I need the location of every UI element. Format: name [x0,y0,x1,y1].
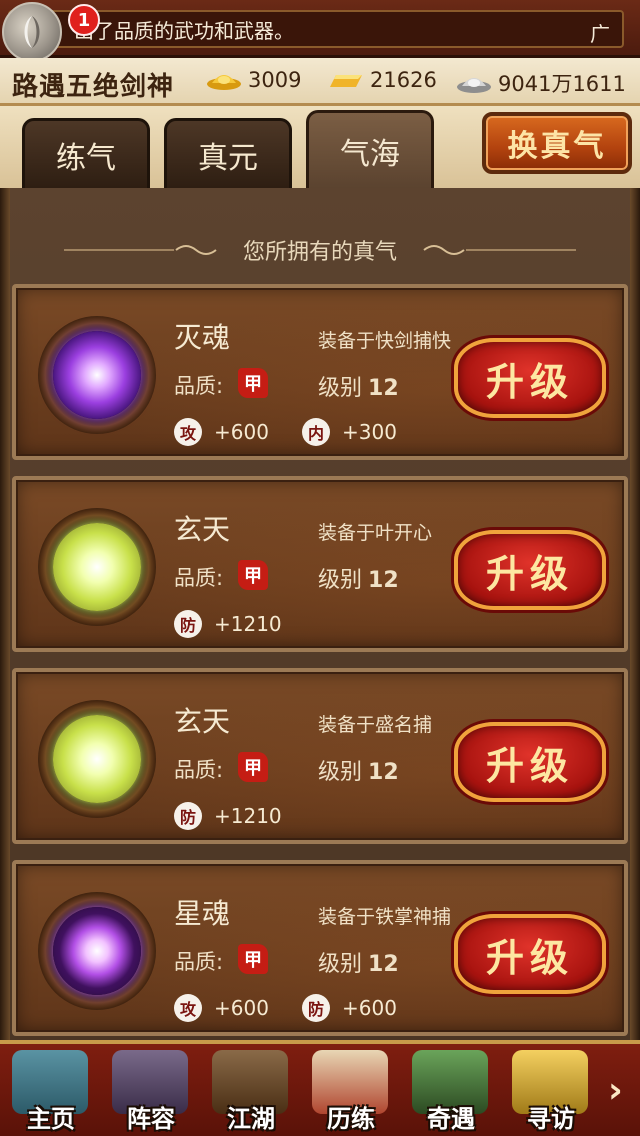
level-text: 级别 12 [318,562,399,594]
upgrade-button[interactable]: 升级 [454,914,606,994]
zhenqi-card: 玄天 装备于盛名捕 品质: 甲 级别 12 防 +1210 升级 [12,668,628,844]
nav-visit[interactable]: 寻访 [502,1048,600,1136]
zhenqi-card: 玄天 装备于叶开心 品质: 甲 级别 12 防 +1210 升级 [12,476,628,652]
zhenqi-name: 灭魂 [174,321,231,354]
stat-value: +1210 [214,612,282,636]
attack-stat-icon: 攻 [174,994,202,1022]
stat-value: +600 [342,996,397,1020]
stat-value: +600 [214,996,269,1020]
gold-value: 3009 [248,68,302,92]
tab-lianqi[interactable]: 练气 [22,118,150,188]
level-text: 级别 12 [318,370,399,402]
stat-value: +600 [214,420,269,444]
equipped-to: 装备于快剑捕快 [318,330,452,352]
gold-bar-icon [330,75,362,87]
nav-lineup[interactable]: 阵容 [102,1048,200,1136]
grade-seal-icon: 甲 [238,944,268,974]
nav-label: 奇遇 [427,1105,475,1133]
tab-zhenyuan[interactable]: 真元 [164,118,292,188]
zhenqi-name: 玄天 [174,705,231,738]
grade-seal-icon: 甲 [238,752,268,782]
stat-inner: 内 +300 [302,418,397,446]
quality-label: 品质: [174,758,224,782]
quality-label: 品质: [174,374,224,398]
swap-zhenqi-button[interactable]: 换真气 [482,112,632,174]
nav-home[interactable]: 主页 [2,1048,100,1136]
zhenqi-name: 玄天 [174,513,231,546]
level-value: 12 [368,952,399,977]
orb-frame[interactable] [38,316,156,434]
player-name: 路遇五绝剑神 [12,72,175,102]
level-label: 级别 [318,760,363,785]
notification-badge: 1 [68,4,100,36]
upgrade-button[interactable]: 升级 [454,530,606,610]
quality-label: 品质: [174,950,224,974]
chevron-right-icon[interactable]: › [608,1070,636,1111]
stat-attack: 攻 +600 [174,994,269,1022]
upgrade-button[interactable]: 升级 [454,722,606,802]
nav-label: 主页 [27,1105,75,1133]
equipped-to: 装备于铁掌神捕 [318,906,452,928]
equipped-to: 装备于盛名捕 [318,714,433,736]
silver-counter: 9041万1611 [456,68,626,98]
stat-attack: 攻 +600 [174,418,269,446]
green-orb-icon [53,715,141,803]
zhenqi-name: 星魂 [174,897,231,930]
orb-frame[interactable] [38,508,156,626]
silver-value: 9041万1611 [498,72,626,96]
nav-label: 寻访 [527,1105,575,1133]
nav-label: 历练 [327,1105,375,1133]
defense-stat-icon: 防 [174,610,202,638]
app-logo-icon[interactable] [2,2,62,62]
level-text: 级别 12 [318,946,399,978]
level-value: 12 [368,568,399,593]
grade-seal-icon: 甲 [238,560,268,590]
nav-label: 阵容 [127,1105,175,1133]
violet-orb-icon [53,907,141,995]
ingot-counter: 21626 [328,68,437,92]
inner-stat-icon: 内 [302,418,330,446]
purple-orb-icon [53,331,141,419]
defense-stat-icon: 防 [174,802,202,830]
marquee-frame: 出了品质的武功和武器。 广 [8,10,624,48]
tab-qihai[interactable]: 气海 [306,110,434,188]
quality-label: 品质: [174,566,224,590]
bottom-nav: 主页 阵容 江湖 历练 奇遇 寻访 [0,1040,640,1136]
zhenqi-card: 灭魂 装备于快剑捕快 品质: 甲 级别 12 攻 +600 内 +300 升级 [12,284,628,460]
level-label: 级别 [318,568,363,593]
attack-stat-icon: 攻 [174,418,202,446]
stat-value: +1210 [214,804,282,828]
nav-encounter[interactable]: 奇遇 [402,1048,500,1136]
stat-defense: 防 +1210 [174,610,282,638]
marquee-text: 出了品质的武功和武器。 [74,18,294,43]
silver-ingot-icon [457,78,491,93]
zhenqi-list-panel: 您所拥有的真气 灭魂 装备于快剑捕快 品质: 甲 级别 12 攻 +600 内 +… [0,188,640,1040]
title-ornament-right-icon [423,245,576,255]
level-value: 12 [368,760,399,785]
equipped-to: 装备于叶开心 [318,522,433,544]
green-orb-icon [53,523,141,611]
level-text: 级别 12 [318,754,399,786]
gold-ingot-icon [207,75,241,90]
level-label: 级别 [318,376,363,401]
level-value: 12 [368,376,399,401]
ingot-value: 21626 [370,68,437,92]
player-bar: 路遇五绝剑神 3009 21626 9041万1611 [0,58,640,106]
defense-stat-icon: 防 [302,994,330,1022]
upgrade-button[interactable]: 升级 [454,338,606,418]
grade-seal-icon: 甲 [238,368,268,398]
gold-counter: 3009 [206,68,301,92]
orb-frame[interactable] [38,700,156,818]
nav-jianghu[interactable]: 江湖 [202,1048,300,1136]
nav-label: 江湖 [227,1105,275,1133]
zhenqi-card: 星魂 装备于铁掌神捕 品质: 甲 级别 12 攻 +600 防 +600 升级 [12,860,628,1036]
level-label: 级别 [318,952,363,977]
nav-training[interactable]: 历练 [302,1048,400,1136]
marquee-end-mark: 广 [590,22,610,46]
stat-defense: 防 +600 [302,994,397,1022]
orb-frame[interactable] [38,892,156,1010]
stat-defense: 防 +1210 [174,802,282,830]
stat-value: +300 [342,420,397,444]
